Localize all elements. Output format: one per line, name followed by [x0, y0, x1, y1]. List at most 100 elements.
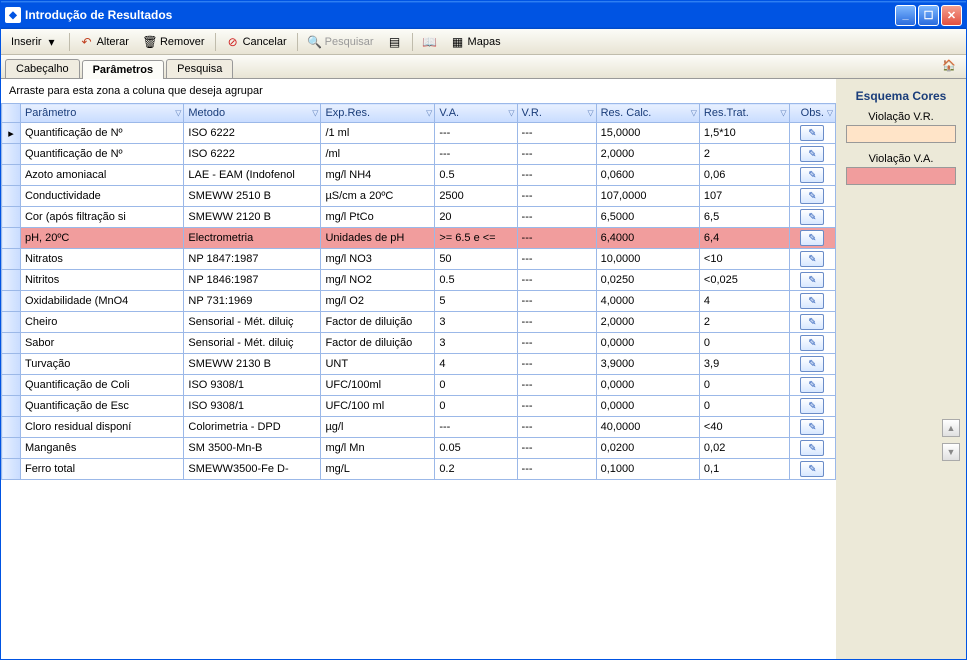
cell-vr[interactable]: ---: [517, 207, 596, 228]
cell-expres[interactable]: µg/l: [321, 417, 435, 438]
cell-vr[interactable]: ---: [517, 144, 596, 165]
cell-parametro[interactable]: Cheiro: [20, 312, 183, 333]
cell-expres[interactable]: mg/l NH4: [321, 165, 435, 186]
cell-parametro[interactable]: Quantificação de Nº: [20, 144, 183, 165]
filter-icon[interactable]: ▽: [175, 109, 181, 118]
col-header-metodo[interactable]: Metodo▽: [184, 104, 321, 123]
row-selector[interactable]: [2, 417, 21, 438]
tab-cabecalho[interactable]: Cabeçalho: [5, 59, 80, 78]
cell-restrat[interactable]: 0: [699, 375, 789, 396]
cell-va[interactable]: 4: [435, 354, 517, 375]
cell-metodo[interactable]: SMEWW 2510 B: [184, 186, 321, 207]
row-selector[interactable]: [2, 291, 21, 312]
table-row[interactable]: CheiroSensorial - Mét. diluiçFactor de d…: [2, 312, 836, 333]
table-row[interactable]: TurvaçãoSMEWW 2130 BUNT4---3,90003,9✎: [2, 354, 836, 375]
obs-button[interactable]: ✎: [800, 230, 824, 246]
obs-button[interactable]: ✎: [800, 272, 824, 288]
cell-vr[interactable]: ---: [517, 354, 596, 375]
row-selector[interactable]: [2, 375, 21, 396]
cell-rescalc[interactable]: 3,9000: [596, 354, 699, 375]
cell-metodo[interactable]: ISO 6222: [184, 123, 321, 144]
filter-icon[interactable]: ▽: [587, 109, 593, 118]
cell-expres[interactable]: /1 ml: [321, 123, 435, 144]
cell-vr[interactable]: ---: [517, 228, 596, 249]
cell-va[interactable]: >= 6.5 e <=: [435, 228, 517, 249]
cell-restrat[interactable]: 2: [699, 144, 789, 165]
cell-rescalc[interactable]: 0,0000: [596, 396, 699, 417]
tool-button-1[interactable]: ▤: [382, 33, 408, 51]
col-header-parametro[interactable]: Parâmetro▽: [20, 104, 183, 123]
table-row[interactable]: ▸Quantificação de NºISO 6222/1 ml------1…: [2, 123, 836, 144]
cell-rescalc[interactable]: 4,0000: [596, 291, 699, 312]
cell-va[interactable]: 5: [435, 291, 517, 312]
cell-va[interactable]: 20: [435, 207, 517, 228]
cell-expres[interactable]: UNT: [321, 354, 435, 375]
col-header-obs[interactable]: Obs.▽: [789, 104, 835, 123]
cell-expres[interactable]: Factor de diluição: [321, 333, 435, 354]
cell-expres[interactable]: mg/l NO3: [321, 249, 435, 270]
cell-restrat[interactable]: <10: [699, 249, 789, 270]
obs-button[interactable]: ✎: [800, 188, 824, 204]
cell-metodo[interactable]: SM 3500-Mn-B: [184, 438, 321, 459]
alterar-button[interactable]: ↶ Alterar: [74, 33, 135, 51]
cell-restrat[interactable]: 3,9: [699, 354, 789, 375]
col-header-expres[interactable]: Exp.Res.▽: [321, 104, 435, 123]
table-row[interactable]: NitritosNP 1846:1987mg/l NO20.5---0,0250…: [2, 270, 836, 291]
table-row[interactable]: Quantificação de ColiISO 9308/1UFC/100ml…: [2, 375, 836, 396]
cell-rescalc[interactable]: 0,0000: [596, 333, 699, 354]
cell-expres[interactable]: UFC/100ml: [321, 375, 435, 396]
cell-parametro[interactable]: Manganês: [20, 438, 183, 459]
cell-metodo[interactable]: NP 1846:1987: [184, 270, 321, 291]
cell-metodo[interactable]: Sensorial - Mét. diluiç: [184, 333, 321, 354]
cell-rescalc[interactable]: 0,0600: [596, 165, 699, 186]
cell-vr[interactable]: ---: [517, 123, 596, 144]
table-row[interactable]: Cloro residual disponíColorimetria - DPD…: [2, 417, 836, 438]
cell-va[interactable]: 0: [435, 375, 517, 396]
filter-icon[interactable]: ▽: [691, 109, 697, 118]
cell-parametro[interactable]: Cloro residual disponí: [20, 417, 183, 438]
cell-vr[interactable]: ---: [517, 333, 596, 354]
cell-vr[interactable]: ---: [517, 312, 596, 333]
table-row[interactable]: ConductividadeSMEWW 2510 BµS/cm a 20ºC25…: [2, 186, 836, 207]
inserir-button[interactable]: Inserir ▾: [5, 33, 65, 51]
cell-restrat[interactable]: 6,5: [699, 207, 789, 228]
cell-restrat[interactable]: 0: [699, 396, 789, 417]
obs-button[interactable]: ✎: [800, 440, 824, 456]
cell-parametro[interactable]: Cor (após filtração si: [20, 207, 183, 228]
cell-expres[interactable]: UFC/100 ml: [321, 396, 435, 417]
obs-button[interactable]: ✎: [800, 356, 824, 372]
cell-rescalc[interactable]: 107,0000: [596, 186, 699, 207]
cell-restrat[interactable]: 2: [699, 312, 789, 333]
obs-button[interactable]: ✎: [800, 293, 824, 309]
obs-button[interactable]: ✎: [800, 335, 824, 351]
cell-rescalc[interactable]: 0,1000: [596, 459, 699, 480]
cell-vr[interactable]: ---: [517, 438, 596, 459]
cell-parametro[interactable]: Quantificação de Coli: [20, 375, 183, 396]
cell-restrat[interactable]: 4: [699, 291, 789, 312]
data-grid[interactable]: Parâmetro▽ Metodo▽ Exp.Res.▽ V.A.▽ V.R.▽…: [1, 103, 836, 659]
cell-metodo[interactable]: Sensorial - Mét. diluiç: [184, 312, 321, 333]
cell-expres[interactable]: mg/l Mn: [321, 438, 435, 459]
cell-parametro[interactable]: Nitritos: [20, 270, 183, 291]
tab-pesquisa[interactable]: Pesquisa: [166, 59, 233, 78]
col-header-vr[interactable]: V.R.▽: [517, 104, 596, 123]
cell-metodo[interactable]: SMEWW 2120 B: [184, 207, 321, 228]
cell-rescalc[interactable]: 40,0000: [596, 417, 699, 438]
cell-rescalc[interactable]: 15,0000: [596, 123, 699, 144]
cell-restrat[interactable]: 1,5*10: [699, 123, 789, 144]
cell-parametro[interactable]: Conductividade: [20, 186, 183, 207]
cell-vr[interactable]: ---: [517, 249, 596, 270]
cell-expres[interactable]: mg/L: [321, 459, 435, 480]
cell-rescalc[interactable]: 6,5000: [596, 207, 699, 228]
cell-rescalc[interactable]: 6,4000: [596, 228, 699, 249]
table-row[interactable]: Quantificação de NºISO 6222/ml------2,00…: [2, 144, 836, 165]
filter-icon[interactable]: ▽: [780, 109, 786, 118]
cell-vr[interactable]: ---: [517, 165, 596, 186]
cell-vr[interactable]: ---: [517, 375, 596, 396]
cell-parametro[interactable]: Ferro total: [20, 459, 183, 480]
cell-va[interactable]: ---: [435, 123, 517, 144]
minimize-button[interactable]: _: [895, 5, 916, 26]
row-selector[interactable]: [2, 312, 21, 333]
cell-restrat[interactable]: 0,06: [699, 165, 789, 186]
cell-vr[interactable]: ---: [517, 417, 596, 438]
